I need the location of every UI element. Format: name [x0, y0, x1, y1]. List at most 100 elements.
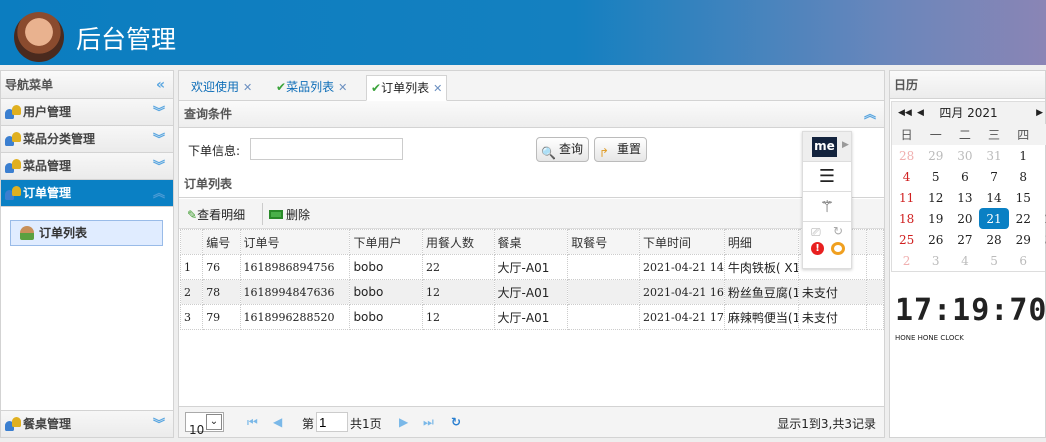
calendar-day[interactable]: 5: [921, 166, 950, 187]
menu-order[interactable]: 订单管理 ︽: [1, 180, 173, 207]
calendar-day[interactable]: 20: [950, 208, 979, 229]
calendar-day[interactable]: 7: [1038, 250, 1046, 271]
calendar-day[interactable]: 3: [921, 250, 950, 271]
calendar-day[interactable]: 1: [1009, 145, 1038, 166]
column-header[interactable]: 餐桌: [493, 229, 569, 255]
last-page-icon[interactable]: ⏭: [423, 415, 434, 430]
calendar-day[interactable]: 23: [1038, 208, 1046, 229]
list-section-header: 订单列表: [179, 171, 884, 198]
page-size-value: 10: [189, 423, 205, 437]
column-header[interactable]: 用餐人数: [421, 229, 495, 255]
calendar-day[interactable]: 27: [950, 229, 979, 250]
chevron-down-icon: ⌄: [206, 414, 222, 430]
column-header[interactable]: 取餐号: [567, 229, 640, 255]
calendar-day[interactable]: 2: [1038, 145, 1046, 166]
table-row[interactable]: 3 79 1618996288520 bobo 12 大厅-A01 2021-04-21 1…: [179, 304, 885, 330]
table-cell: 2021-04-21 16: [638, 279, 725, 305]
calendar-day[interactable]: 16: [1038, 187, 1046, 208]
prev-year-icon[interactable]: ◀◀: [898, 102, 912, 124]
calendar-day[interactable]: 6: [1009, 250, 1038, 271]
users-icon: [5, 132, 21, 146]
close-icon[interactable]: ✕: [243, 81, 252, 94]
calendar-day[interactable]: 12: [921, 187, 950, 208]
expand-icon[interactable]: ▶: [842, 140, 849, 150]
calendar-day[interactable]: 4: [892, 166, 921, 187]
calendar-day[interactable]: 8: [1009, 166, 1038, 187]
table-row[interactable]: 2 78 1618994847636 bobo 12 大厅-A01 2021-04-21 1…: [179, 279, 885, 305]
next-month-icon[interactable]: ▶: [1036, 102, 1043, 124]
table-row[interactable]: 1 76 1618986894756 bobo 22 大厅-A01 2021-04-21 1…: [179, 254, 885, 280]
close-icon[interactable]: ✕: [338, 81, 347, 94]
tab-order-list[interactable]: ✔订单列表 ✕: [366, 75, 448, 101]
reload-icon[interactable]: ↻: [833, 224, 843, 238]
calendar-day[interactable]: 29: [921, 145, 950, 166]
calendar-day[interactable]: 28: [892, 145, 921, 166]
alert-icon[interactable]: !: [811, 242, 824, 255]
chevron-down-icon[interactable]: ︾: [153, 411, 165, 437]
users-icon: [5, 186, 21, 200]
view-detail-button[interactable]: ✎查看明细: [187, 206, 245, 223]
column-header[interactable]: 编号: [202, 229, 241, 255]
calendar-day[interactable]: 15: [1009, 187, 1038, 208]
reset-button[interactable]: ↱ 重置: [594, 137, 648, 162]
menu-table[interactable]: 餐桌管理 ︾: [1, 410, 173, 437]
calendar-day[interactable]: 14: [979, 187, 1008, 208]
sub-item-order-list[interactable]: 订单列表: [10, 220, 163, 246]
chevron-down-icon[interactable]: ︾: [153, 99, 165, 125]
calendar-day[interactable]: 26: [921, 229, 950, 250]
chevron-up-icon[interactable]: ︽: [153, 180, 165, 206]
page-input[interactable]: [316, 412, 348, 432]
menu-dish-category[interactable]: 菜品分类管理 ︾: [1, 126, 173, 153]
collapse-left-icon[interactable]: «: [156, 71, 165, 99]
calendar-day[interactable]: 5: [979, 250, 1008, 271]
first-page-icon[interactable]: ⏮: [247, 415, 258, 430]
calendar-day[interactable]: 18: [892, 208, 921, 229]
me-logo[interactable]: me: [812, 137, 837, 157]
calendar-day[interactable]: 28: [979, 229, 1008, 250]
chevron-down-icon[interactable]: ︾: [153, 153, 165, 179]
calendar-day[interactable]: 30: [950, 145, 979, 166]
calendar-day[interactable]: 25: [892, 229, 921, 250]
record-summary: 显示1到3,共3记录: [777, 417, 876, 431]
cast-icon[interactable]: ⎚: [811, 225, 821, 240]
order-info-input[interactable]: [250, 138, 403, 160]
calendar-day[interactable]: 6: [950, 166, 979, 187]
calendar-day[interactable]: 4: [950, 250, 979, 271]
prev-page-icon[interactable]: ◀: [273, 415, 282, 429]
table-cell: bobo: [349, 254, 423, 280]
calendar-day[interactable]: 7: [979, 166, 1008, 187]
tab-dish-list[interactable]: ✔菜品列表 ✕: [272, 75, 351, 101]
page-size-select[interactable]: 10 ⌄: [185, 412, 224, 437]
menu-user[interactable]: 用户管理 ︾: [1, 99, 173, 126]
calendar-day[interactable]: 19: [921, 208, 950, 229]
column-header[interactable]: 下单用户: [349, 229, 423, 255]
refresh-icon[interactable]: ↻: [451, 415, 461, 429]
next-page-icon[interactable]: ▶: [399, 415, 408, 429]
order-info-label: 下单信息:: [188, 144, 241, 158]
chevron-down-icon[interactable]: ︾: [153, 126, 165, 152]
tab-welcome[interactable]: 欢迎使用 ✕: [187, 75, 256, 101]
delete-button[interactable]: 删除: [269, 206, 310, 223]
column-header[interactable]: 订单号: [239, 229, 351, 255]
calendar-day[interactable]: 11: [892, 187, 921, 208]
column-header[interactable]: 下单时间: [638, 229, 725, 255]
column-header[interactable]: 明细: [723, 229, 799, 255]
calendar-day[interactable]: 31: [979, 145, 1008, 166]
prev-month-icon[interactable]: ◀: [917, 102, 924, 124]
menu-icon[interactable]: ☰: [803, 162, 851, 192]
calendar-day[interactable]: 21: [979, 208, 1009, 229]
calendar-day[interactable]: 30: [1038, 229, 1046, 250]
calendar-month[interactable]: 四月 2021: [939, 106, 997, 120]
menu-dish[interactable]: 菜品管理 ︾: [1, 153, 173, 180]
calendar-day[interactable]: 13: [950, 187, 979, 208]
search-button[interactable]: 🔍 查询: [536, 137, 590, 162]
magic-wand-icon[interactable]: ⚚: [803, 192, 851, 222]
calendar-day[interactable]: 29: [1009, 229, 1038, 250]
weekday-label: 三: [988, 128, 1001, 142]
collapse-up-icon[interactable]: ︽: [864, 101, 876, 127]
calendar-day[interactable]: 22: [1009, 208, 1038, 229]
eye-icon[interactable]: [831, 242, 845, 255]
calendar-day[interactable]: 9: [1038, 166, 1046, 187]
close-icon[interactable]: ✕: [433, 82, 442, 95]
calendar-day[interactable]: 2: [892, 250, 921, 271]
